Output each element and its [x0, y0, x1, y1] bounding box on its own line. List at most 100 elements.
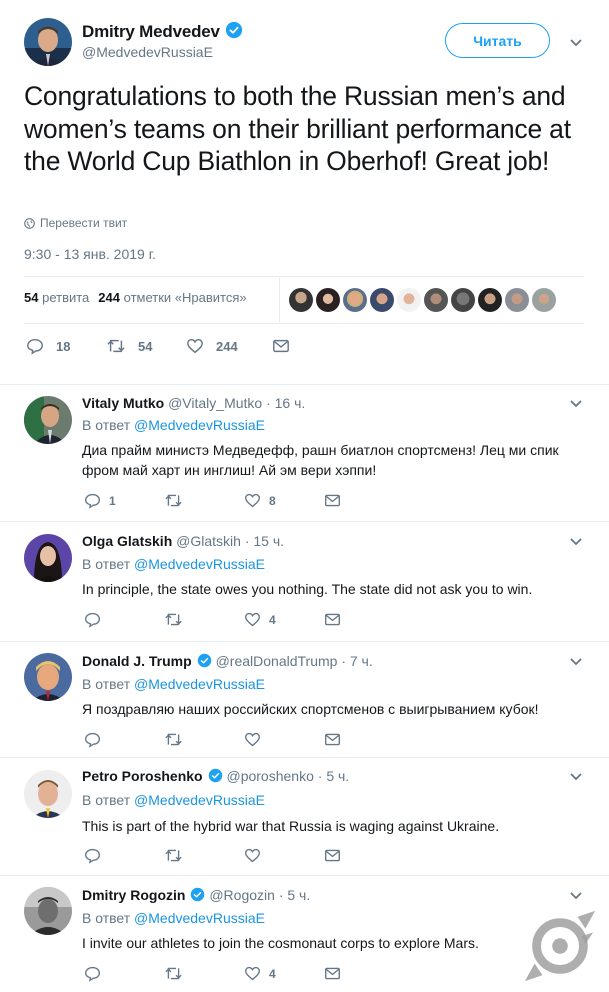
author-handle[interactable]: @MedvedevRussiaE	[82, 44, 213, 60]
reply-text: In principle, the state owes you nothing…	[82, 581, 533, 597]
reply-avatar[interactable]	[24, 887, 72, 935]
likes-count[interactable]: 244	[98, 290, 120, 305]
reply-time[interactable]: · 7 ч.	[341, 653, 372, 669]
liker-avatar[interactable]	[532, 288, 556, 312]
likes-stat[interactable]: 244 отметки «Нравится»	[98, 290, 246, 305]
liker-avatar[interactable]	[343, 288, 367, 312]
reply-actions: 1 8	[84, 492, 404, 509]
in-reply-prefix: В ответ	[82, 910, 131, 926]
in-reply-to-link[interactable]: @MedvedevRussiaE	[134, 676, 265, 692]
reply-avatar[interactable]	[24, 770, 72, 818]
reply-action[interactable]	[84, 965, 164, 982]
dm-action[interactable]	[324, 966, 404, 981]
reply-action[interactable]	[84, 731, 164, 748]
like-action[interactable]: 4	[244, 965, 324, 982]
retweet-action[interactable]	[164, 611, 244, 628]
chevron-down-icon[interactable]	[569, 891, 583, 901]
retweet-action[interactable]	[164, 965, 244, 982]
reply-tweet[interactable]: Petro Poroshenko @poroshenko · 5 ч. В от…	[0, 758, 609, 876]
chevron-down-icon[interactable]	[569, 38, 583, 48]
reply-author-handle[interactable]: @poroshenko	[226, 768, 313, 784]
tweet-timestamp[interactable]: 9:30 - 13 янв. 2019 г.	[24, 246, 156, 262]
reply-time[interactable]: · 5 ч.	[318, 768, 349, 784]
reply-tweet[interactable]: Dmitry Rogozin @Rogozin · 5 ч. В ответ @…	[0, 876, 609, 992]
dm-action[interactable]	[324, 732, 404, 747]
reply-icon	[85, 732, 100, 748]
retweets-label[interactable]: ретвита	[42, 290, 89, 305]
dm-action[interactable]	[324, 612, 404, 627]
dm-icon	[325, 613, 340, 626]
reply-action[interactable]: 1	[84, 492, 164, 509]
retweets-count[interactable]: 54	[24, 290, 38, 305]
dm-action[interactable]	[272, 338, 290, 354]
translate-label[interactable]: Перевести твит	[40, 216, 127, 230]
liker-avatar[interactable]	[289, 288, 313, 312]
reply-author-handle[interactable]: @Glatskih	[176, 533, 241, 549]
in-reply-to-link[interactable]: @MedvedevRussiaE	[134, 556, 265, 572]
reply-avatar[interactable]	[24, 653, 72, 701]
reply-header: Vitaly Mutko @Vitaly_Mutko · 16 ч.	[82, 395, 305, 411]
like-action[interactable]: 244	[186, 337, 272, 355]
reply-avatar[interactable]	[24, 534, 72, 582]
in-reply-to-link[interactable]: @MedvedevRussiaE	[134, 910, 265, 926]
reply-icon	[85, 612, 100, 628]
retweet-action[interactable]	[164, 731, 244, 748]
like-action[interactable]: 4	[244, 611, 324, 628]
retweet-action[interactable]	[164, 492, 244, 509]
retweet-action[interactable]: 54	[106, 337, 186, 355]
reply-tweet[interactable]: Olga Glatskih @Glatskih · 15 ч. В ответ …	[0, 522, 609, 642]
chevron-down-icon[interactable]	[569, 537, 583, 547]
reply-avatar[interactable]	[24, 396, 72, 444]
translate-link[interactable]: Перевести твит	[24, 216, 127, 230]
reply-author-handle[interactable]: @Rogozin	[209, 887, 275, 903]
retweet-icon	[165, 733, 182, 746]
author-avatar[interactable]	[24, 18, 72, 66]
in-reply-to-link[interactable]: @MedvedevRussiaE	[134, 417, 265, 433]
like-icon	[245, 966, 260, 981]
reply-tweet[interactable]: Vitaly Mutko @Vitaly_Mutko · 16 ч. В отв…	[0, 385, 609, 522]
follow-button[interactable]: Читать	[445, 23, 550, 58]
reply-author-name[interactable]: Vitaly Mutko	[82, 395, 164, 411]
liker-avatar[interactable]	[478, 288, 502, 312]
chevron-down-icon[interactable]	[569, 657, 583, 667]
reply-author-name[interactable]: Dmitry Rogozin	[82, 887, 185, 903]
chevron-down-icon[interactable]	[569, 399, 583, 409]
like-count: 8	[269, 493, 276, 508]
reply-tweet[interactable]: Donald J. Trump @realDonaldTrump · 7 ч. …	[0, 642, 609, 758]
liker-avatar[interactable]	[370, 288, 394, 312]
divider	[24, 323, 584, 324]
in-reply-prefix: В ответ	[82, 417, 131, 433]
reply-time[interactable]: · 15 ч.	[245, 533, 284, 549]
author-name-text[interactable]: Dmitry Medvedev	[82, 22, 220, 41]
like-action[interactable]: 8	[244, 492, 324, 509]
liker-avatar[interactable]	[505, 288, 529, 312]
like-action[interactable]	[244, 847, 324, 864]
retweet-action[interactable]	[164, 847, 244, 864]
in-reply-to-link[interactable]: @MedvedevRussiaE	[134, 792, 265, 808]
in-reply-to: В ответ @MedvedevRussiaE	[82, 910, 265, 926]
reply-author-handle[interactable]: @realDonaldTrump	[216, 653, 338, 669]
reply-author-name[interactable]: Olga Glatskih	[82, 533, 172, 549]
like-count: 4	[269, 612, 276, 627]
like-count: 244	[216, 338, 238, 354]
liker-avatar[interactable]	[451, 288, 475, 312]
reply-action[interactable]	[84, 611, 164, 628]
author-name[interactable]: Dmitry Medvedev	[82, 21, 243, 44]
retweets-stat[interactable]: 54 ретвита	[24, 290, 89, 305]
globe-icon	[24, 217, 35, 229]
reply-author-name[interactable]: Donald J. Trump	[82, 653, 192, 669]
reply-author-handle[interactable]: @Vitaly_Mutko	[168, 395, 262, 411]
dm-action[interactable]	[324, 848, 404, 863]
liker-avatar[interactable]	[316, 288, 340, 312]
liker-avatar[interactable]	[424, 288, 448, 312]
reply-action[interactable]	[84, 847, 164, 864]
liker-avatar[interactable]	[397, 288, 421, 312]
dm-action[interactable]	[324, 493, 404, 508]
reply-author-name[interactable]: Petro Poroshenko	[82, 768, 203, 784]
reply-time[interactable]: · 5 ч.	[279, 887, 310, 903]
like-action[interactable]	[244, 731, 324, 748]
reply-time[interactable]: · 16 ч.	[266, 395, 305, 411]
likes-label[interactable]: отметки «Нравится»	[124, 290, 247, 305]
reply-action[interactable]: 18	[26, 337, 106, 355]
chevron-down-icon[interactable]	[569, 772, 583, 782]
